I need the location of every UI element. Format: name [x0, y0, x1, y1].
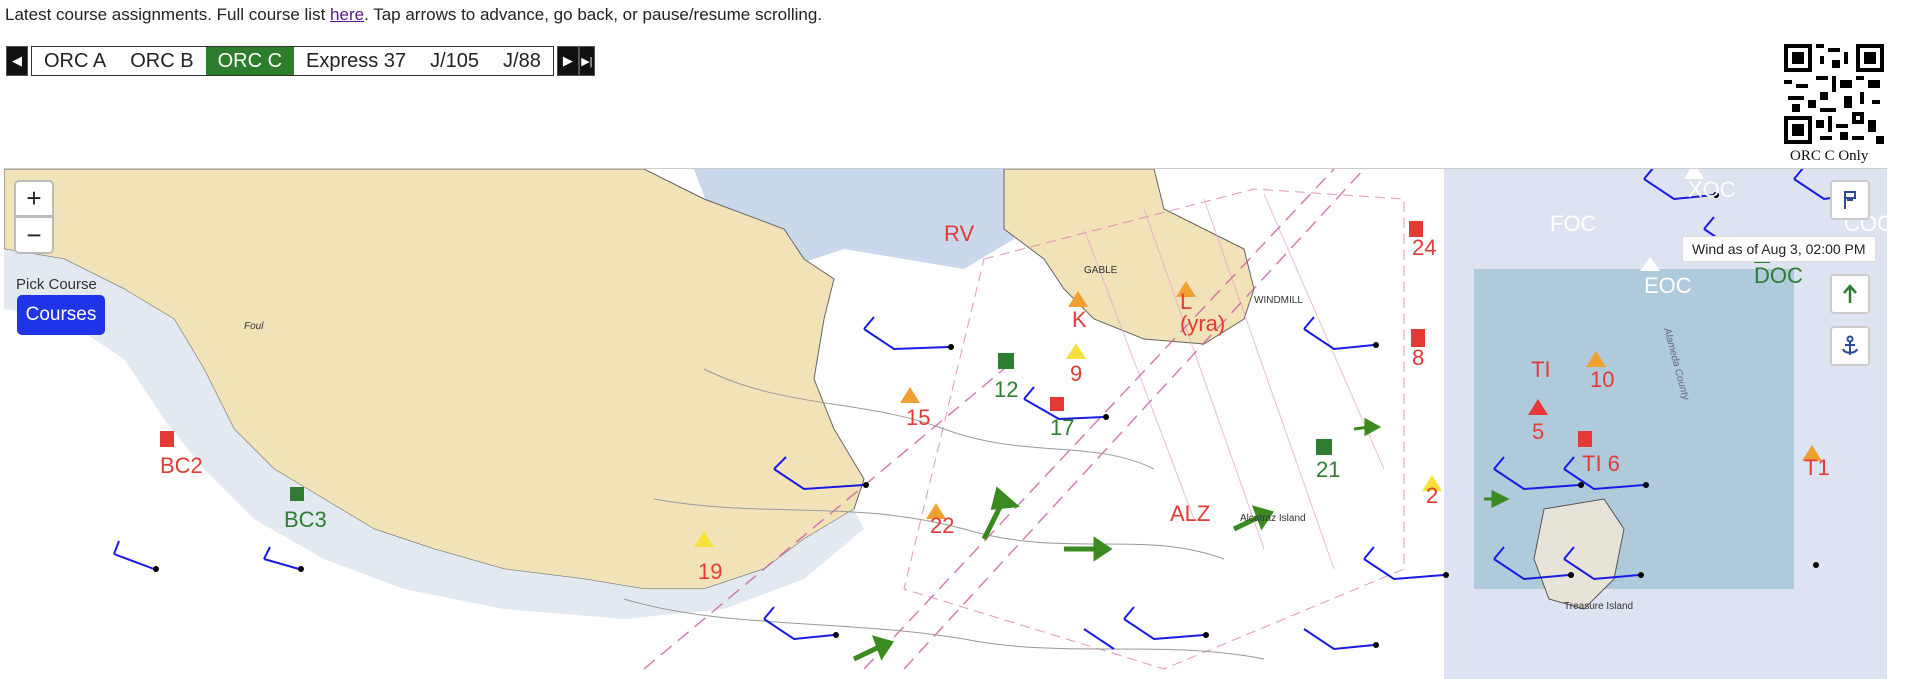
- class-tabs: ORC A ORC B ORC C Express 37 J/105 J/88: [31, 46, 554, 76]
- next-class-button[interactable]: ▶: [556, 46, 579, 76]
- flag-button[interactable]: [1830, 180, 1870, 220]
- treasure-island-label: Treasure Island: [1564, 601, 1633, 612]
- qr-caption: ORC C Only: [1790, 148, 1869, 164]
- oakland-overlay: [1474, 269, 1794, 589]
- mark-10[interactable]: 10: [1590, 367, 1614, 392]
- tab-orc-b[interactable]: ORC B: [118, 47, 205, 75]
- tab-j105[interactable]: J/105: [418, 47, 491, 75]
- mark-17[interactable]: 17: [1050, 415, 1074, 440]
- mark-2[interactable]: 2: [1426, 483, 1438, 508]
- tab-j88[interactable]: J/88: [491, 47, 553, 75]
- mark-9[interactable]: 9: [1070, 361, 1082, 386]
- foul-label: Foul: [244, 321, 264, 332]
- skip-end-icon: ▶|: [581, 55, 593, 68]
- gable-label: GABLE: [1084, 265, 1118, 276]
- mark-foc[interactable]: FOC: [1550, 211, 1597, 236]
- tab-express-37[interactable]: Express 37: [294, 47, 418, 75]
- mark-19[interactable]: 19: [698, 559, 722, 584]
- previous-class-button[interactable]: ◀: [6, 46, 28, 76]
- intro-prefix: Latest course assignments. Full course l…: [5, 5, 331, 24]
- mark-alz[interactable]: ALZ: [1170, 501, 1210, 526]
- mark-t1[interactable]: T1: [1804, 455, 1830, 480]
- pick-course-label: Pick Course: [16, 276, 97, 293]
- mark-yra[interactable]: (yra): [1180, 311, 1225, 336]
- windmill-label: WINDMILL: [1254, 295, 1303, 306]
- mark-bc3[interactable]: BC3: [284, 507, 327, 532]
- tab-orc-c[interactable]: ORC C: [205, 47, 295, 75]
- mark-k[interactable]: K: [1072, 307, 1087, 332]
- flag-icon: [1844, 191, 1856, 209]
- mark-rv[interactable]: RV: [944, 221, 974, 246]
- north-arrow-button[interactable]: [1830, 274, 1870, 314]
- mark-12[interactable]: 12: [994, 377, 1018, 402]
- mark-8[interactable]: 8: [1412, 345, 1424, 370]
- courses-button[interactable]: Courses: [17, 295, 105, 335]
- mark-ti[interactable]: TI: [1531, 357, 1551, 382]
- alcatraz-island-label: Alcatraz Island: [1240, 513, 1306, 524]
- mark-5[interactable]: 5: [1532, 419, 1544, 444]
- triangle-left-icon: ◀: [12, 53, 22, 68]
- mark-ti-6[interactable]: TI 6: [1582, 451, 1620, 476]
- course-map[interactable]: BC2 BC3 RV 24 K L (yra) 9 12 15 17 8 TI …: [4, 168, 1887, 679]
- mark-15[interactable]: 15: [906, 405, 930, 430]
- mark-22[interactable]: 22: [930, 513, 954, 538]
- mark-xoc[interactable]: XOC: [1688, 177, 1736, 202]
- anchor-button[interactable]: [1830, 326, 1870, 366]
- mark-eoc[interactable]: EOC: [1644, 273, 1692, 298]
- nautical-chart[interactable]: BC2 BC3 RV 24 K L (yra) 9 12 15 17 8 TI …: [4, 169, 1887, 679]
- triangle-right-icon: ▶: [562, 53, 573, 68]
- north-arrow-icon: [1843, 284, 1857, 303]
- anchor-icon: [1842, 335, 1858, 355]
- mark-doc[interactable]: DOC: [1754, 263, 1803, 288]
- full-course-list-link[interactable]: here: [330, 5, 364, 24]
- tab-orc-a[interactable]: ORC A: [32, 47, 118, 75]
- mark-24[interactable]: 24: [1412, 235, 1436, 260]
- qr-code: [1784, 44, 1884, 144]
- intro-text: Latest course assignments. Full course l…: [5, 5, 822, 25]
- zoom-out-button[interactable]: −: [14, 217, 54, 254]
- zoom-in-button[interactable]: +: [14, 180, 54, 217]
- mark-bc2[interactable]: BC2: [160, 453, 203, 478]
- intro-suffix: . Tap arrows to advance, go back, or pau…: [364, 5, 823, 24]
- mark-21[interactable]: 21: [1316, 457, 1340, 482]
- class-selector: ◀ ORC A ORC B ORC C Express 37 J/105 J/8…: [6, 46, 595, 76]
- pause-resume-button[interactable]: ▶|: [578, 46, 595, 76]
- wind-timestamp: Wind as of Aug 3, 02:00 PM: [1682, 236, 1876, 262]
